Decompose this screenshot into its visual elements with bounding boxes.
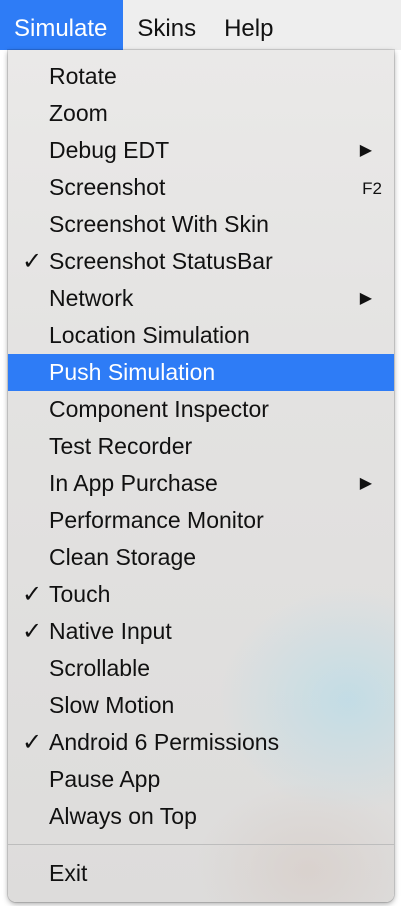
menu-item-debug-edt[interactable]: Debug EDT ▶: [8, 132, 394, 169]
menu-item-label: Native Input: [49, 618, 172, 644]
menu-item-in-app-purchase[interactable]: In App Purchase ▶: [8, 465, 394, 502]
menu-item-push-simulation[interactable]: Push Simulation: [8, 354, 394, 391]
menu-item-label: Zoom: [49, 100, 108, 126]
menu-item-label: Push Simulation: [49, 359, 216, 385]
simulate-dropdown-menu: Rotate Zoom Debug EDT ▶ Screenshot F2 Sc…: [8, 50, 394, 902]
menu-help[interactable]: Help: [210, 0, 287, 50]
menu-item-label: Slow Motion: [49, 692, 175, 718]
menu-item-native-input[interactable]: ✓ Native Input: [8, 613, 394, 650]
menu-item-label: Performance Monitor: [49, 507, 264, 533]
menu-item-label: Component Inspector: [49, 396, 269, 422]
checkmark-icon: ✓: [22, 729, 43, 756]
menu-item-pause-app[interactable]: Pause App: [8, 761, 394, 798]
menu-item-clean-storage[interactable]: Clean Storage: [8, 539, 394, 576]
menu-item-test-recorder[interactable]: Test Recorder: [8, 428, 394, 465]
menu-item-label: Screenshot With Skin: [49, 211, 269, 237]
submenu-arrow-icon: ▶: [359, 142, 372, 159]
menu-item-exit[interactable]: Exit: [8, 854, 394, 892]
menu-item-label: Test Recorder: [49, 433, 193, 459]
menu-item-screenshot-with-skin[interactable]: Screenshot With Skin: [8, 206, 394, 243]
checkmark-icon: ✓: [22, 248, 43, 275]
menu-item-label: In App Purchase: [49, 470, 218, 496]
menu-item-label: Clean Storage: [49, 544, 197, 570]
menu-item-label: Rotate: [49, 63, 117, 89]
menu-item-touch[interactable]: ✓ Touch: [8, 576, 394, 613]
menu-item-component-inspector[interactable]: Component Inspector: [8, 391, 394, 428]
menu-item-label: Touch: [49, 581, 111, 607]
menu-bar: Simulate Skins Help: [0, 0, 401, 50]
menu-item-label: Scrollable: [49, 655, 150, 681]
shortcut-label: F2: [362, 179, 382, 198]
menu-item-label: Android 6 Permissions: [49, 729, 280, 755]
submenu-arrow-icon: ▶: [359, 290, 372, 307]
menu-item-always-on-top[interactable]: Always on Top: [8, 798, 394, 835]
menu-item-label: Always on Top: [49, 803, 197, 829]
menu-item-network[interactable]: Network ▶: [8, 280, 394, 317]
menu-item-label: Location Simulation: [49, 322, 250, 348]
menu-item-scrollable[interactable]: Scrollable: [8, 650, 394, 687]
menu-item-label: Debug EDT: [49, 137, 170, 163]
menu-simulate[interactable]: Simulate: [0, 0, 124, 50]
menu-item-label: Screenshot StatusBar: [49, 248, 273, 274]
menu-item-location-simulation[interactable]: Location Simulation: [8, 317, 394, 354]
submenu-arrow-icon: ▶: [359, 475, 372, 492]
menu-item-screenshot-statusbar[interactable]: ✓ Screenshot StatusBar: [8, 243, 394, 280]
menu-item-slow-motion[interactable]: Slow Motion: [8, 687, 394, 724]
menu-item-label: Exit: [49, 860, 88, 886]
menu-item-label: Pause App: [49, 766, 161, 792]
menu-separator: [8, 844, 394, 845]
checkmark-icon: ✓: [22, 581, 43, 608]
menu-item-performance-monitor[interactable]: Performance Monitor: [8, 502, 394, 539]
menu-item-label: Network: [49, 285, 134, 311]
menu-item-android-6-permissions[interactable]: ✓ Android 6 Permissions: [8, 724, 394, 761]
menu-item-rotate[interactable]: Rotate: [8, 58, 394, 95]
checkmark-icon: ✓: [22, 618, 43, 645]
menu-item-screenshot[interactable]: Screenshot F2: [8, 169, 394, 206]
menu-item-label: Screenshot: [49, 174, 166, 200]
menu-item-zoom[interactable]: Zoom: [8, 95, 394, 132]
menu-skins[interactable]: Skins: [123, 0, 210, 50]
